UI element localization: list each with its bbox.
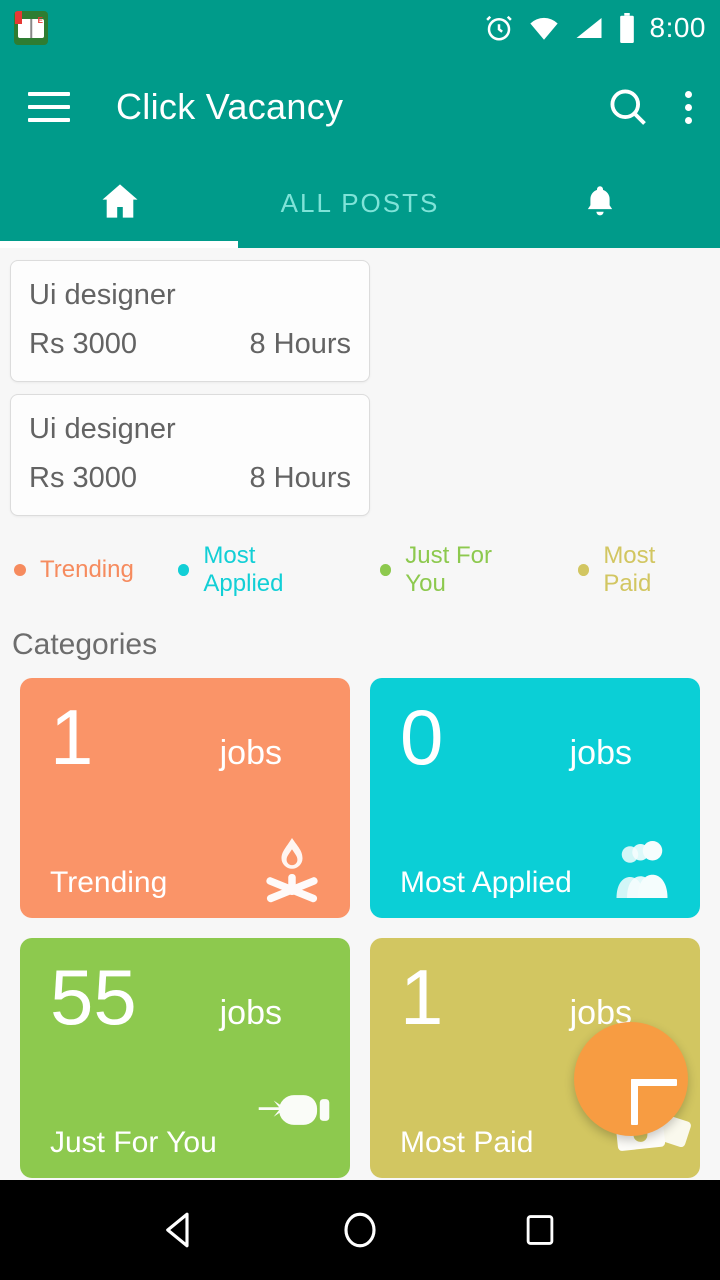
more-options-icon[interactable]	[684, 90, 692, 124]
job-title: Ui designer	[29, 413, 176, 445]
categories-heading: Categories	[12, 628, 158, 661]
category-card-most-applied[interactable]: 0 jobs Most Applied	[370, 678, 700, 918]
category-count-row: 0 jobs	[400, 693, 678, 781]
legend-dot-icon	[14, 564, 26, 576]
category-count: 1	[50, 693, 94, 781]
category-card-just-for-you[interactable]: 55 jobs Just For You	[20, 938, 350, 1178]
legend-label: Trending	[40, 556, 134, 583]
category-unit: jobs	[569, 734, 632, 772]
job-duration: 8 Hours	[249, 462, 351, 494]
category-name: Trending	[50, 866, 168, 899]
legend-dot-icon	[379, 564, 392, 576]
legend-label: Just For You	[405, 542, 492, 597]
category-unit: jobs	[219, 734, 282, 772]
tab-selection-indicator	[0, 241, 238, 248]
recents-square-icon[interactable]	[500, 1211, 580, 1249]
app-bar-actions	[606, 85, 692, 129]
job-card[interactable]: Ui designer Rs 3000 8 Hours	[10, 260, 370, 382]
category-name: Most Paid	[400, 1126, 534, 1159]
job-meta: Rs 3000 8 Hours	[29, 328, 351, 361]
legend-label: Most Paid	[603, 542, 656, 597]
hamburger-menu-icon[interactable]	[28, 92, 70, 122]
job-salary: Rs 3000	[29, 328, 138, 360]
legend-item-just-for-you[interactable]: Just For You	[379, 542, 534, 598]
alarm-icon	[484, 13, 514, 43]
job-meta: Rs 3000 8 Hours	[29, 462, 351, 495]
category-card-trending[interactable]: 1 jobs Trending	[20, 678, 350, 918]
main-content: Ui designer Rs 3000 8 Hours Ui designer …	[0, 248, 720, 1180]
phone-screen: E 8:00 Click Vacancy ALL POSTS Ui design…	[0, 0, 720, 1280]
status-bar-notifications: E	[14, 11, 48, 45]
tab-all-posts[interactable]: ALL POSTS	[240, 158, 480, 248]
signal-icon	[574, 15, 604, 41]
category-count-row: 1 jobs	[50, 693, 328, 781]
job-salary: Rs 3000	[29, 462, 138, 494]
category-legend: Trending Most Applied Just For You Most …	[0, 516, 720, 598]
tab-home[interactable]	[0, 158, 240, 248]
back-triangle-icon[interactable]	[140, 1209, 220, 1251]
tab-bar: ALL POSTS	[0, 158, 720, 248]
status-bar-system-icons: 8:00	[484, 12, 707, 44]
wifi-icon	[528, 15, 560, 41]
legend-dot-icon	[177, 564, 190, 576]
legend-label: Most Applied	[203, 542, 284, 597]
app-book-icon: E	[14, 11, 48, 45]
category-count: 55	[50, 953, 137, 1041]
legend-item-most-paid[interactable]: Most Paid	[577, 542, 706, 598]
status-bar-clock: 8:00	[649, 12, 706, 43]
category-count: 0	[400, 693, 444, 781]
people-group-icon	[606, 832, 678, 904]
category-count-row: 55 jobs	[50, 953, 328, 1041]
legend-item-trending[interactable]: Trending	[14, 556, 134, 584]
page-title: Click Vacancy	[116, 86, 344, 127]
legend-item-most-applied[interactable]: Most Applied	[177, 542, 336, 598]
job-duration: 8 Hours	[249, 328, 351, 360]
job-card[interactable]: Ui designer Rs 3000 8 Hours	[10, 394, 370, 516]
tab-notifications[interactable]	[480, 158, 720, 248]
battery-icon	[618, 13, 636, 43]
category-name: Most Applied	[400, 866, 572, 899]
job-title: Ui designer	[29, 279, 176, 311]
status-bar: E 8:00	[0, 0, 720, 56]
category-name: Just For You	[50, 1126, 217, 1159]
add-post-fab[interactable]	[574, 1022, 688, 1136]
bell-icon	[582, 182, 618, 225]
legend-dot-icon	[577, 564, 590, 576]
category-unit: jobs	[219, 994, 282, 1032]
campfire-icon	[256, 832, 328, 904]
pointing-hand-icon	[256, 1084, 330, 1156]
category-count: 1	[400, 953, 444, 1041]
search-icon[interactable]	[606, 85, 650, 129]
home-circle-icon[interactable]	[320, 1209, 400, 1251]
home-icon	[99, 180, 141, 227]
android-navigation-bar	[0, 1180, 720, 1280]
app-bar: Click Vacancy	[0, 56, 720, 158]
tab-all-posts-label: ALL POSTS	[280, 187, 440, 218]
